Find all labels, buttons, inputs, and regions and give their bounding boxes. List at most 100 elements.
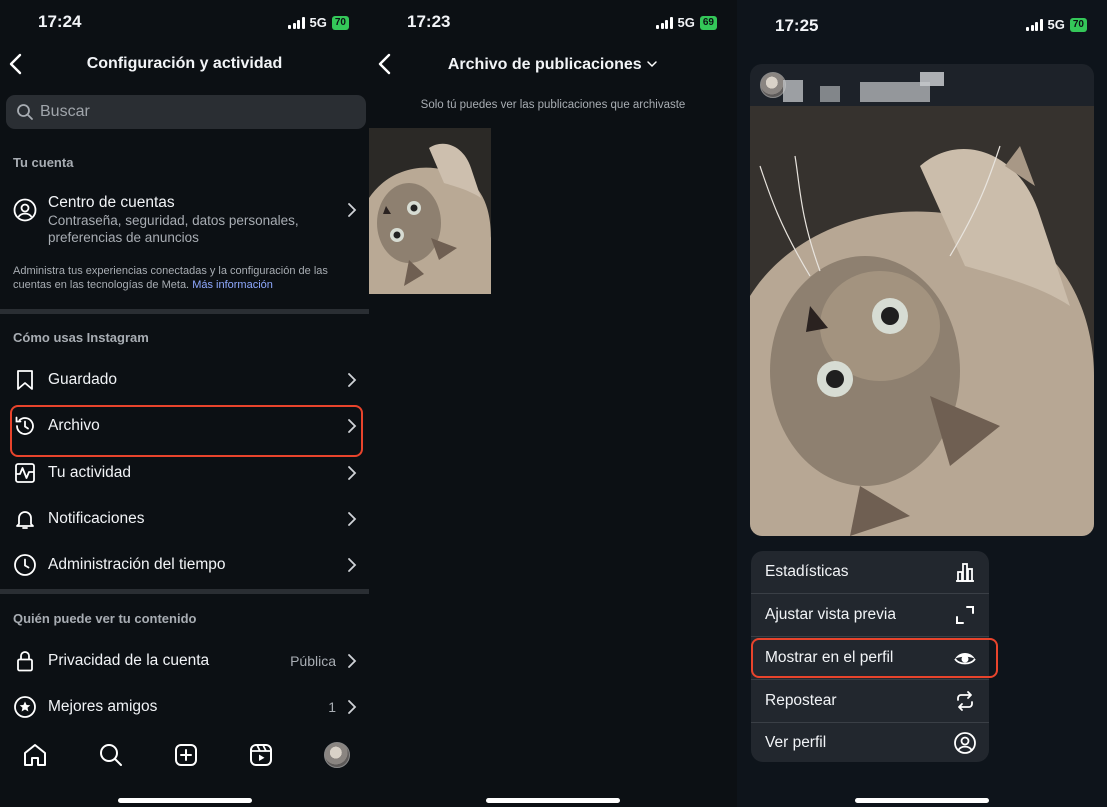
menu-item-account-privacy[interactable]: Privacidad de la cuenta Pública — [0, 639, 369, 683]
highlight-archive — [10, 405, 363, 457]
bookmark-icon — [17, 370, 33, 390]
bottom-nav — [0, 730, 369, 780]
chevron-right-icon — [348, 654, 357, 668]
cat-photo-image — [369, 128, 491, 294]
post-photo — [750, 106, 1094, 536]
menu-item-adjust-preview[interactable]: Ajustar vista previa — [751, 594, 989, 636]
signal-icon — [1026, 18, 1043, 31]
close-friends-count: 1 — [328, 699, 336, 715]
privacy-value: Pública — [290, 653, 336, 669]
page-title: Configuración y actividad — [86, 55, 283, 72]
status-indicators: 5G 69 — [656, 15, 717, 30]
search-bar[interactable] — [6, 95, 366, 129]
network-label: 5G — [309, 15, 327, 30]
status-indicators: 5G 70 — [288, 15, 349, 30]
highlight-show-on-profile — [751, 638, 998, 678]
home-indicator — [118, 798, 252, 803]
signal-icon — [656, 16, 673, 29]
bell-icon — [16, 511, 34, 529]
accounts-center-subtitle: Contraseña, seguridad, datos personales,… — [48, 213, 299, 245]
cat-photo-image — [750, 106, 1094, 536]
chevron-right-icon — [348, 558, 357, 572]
settings-activity-screen: 17:24 5G 70 Configuración y actividad Tu… — [0, 0, 369, 807]
post-author-row — [750, 64, 1094, 106]
archived-post-thumbnail[interactable] — [369, 128, 491, 294]
menu-item-label: Tu actividad — [48, 464, 131, 481]
header: Configuración y actividad — [0, 50, 369, 80]
archive-type-dropdown[interactable]: Archivo de publicaciones — [369, 56, 737, 74]
battery-icon: 69 — [699, 15, 717, 30]
menu-item-your-activity[interactable]: Tu actividad — [0, 451, 369, 495]
section-who-can-see: Quién puede ver tu contenido — [13, 611, 197, 626]
home-indicator — [486, 798, 620, 803]
chevron-right-icon — [348, 373, 357, 387]
signal-icon — [288, 16, 305, 29]
divider — [0, 589, 369, 594]
menu-item-insights[interactable]: Estadísticas — [751, 551, 989, 593]
archive-note: Solo tú puedes ver las publicaciones que… — [420, 99, 686, 111]
divider — [0, 309, 369, 314]
menu-item-close-friends[interactable]: Mejores amigos 1 — [0, 685, 369, 729]
menu-item-label: Guardado — [48, 371, 117, 388]
search-icon — [17, 104, 33, 120]
redacted-username — [920, 72, 944, 86]
menu-item-saved[interactable]: Guardado — [0, 358, 369, 402]
menu-item-repost[interactable]: Repostear — [751, 680, 989, 722]
chevron-down-icon — [647, 61, 657, 68]
status-time: 17:24 — [38, 12, 82, 31]
more-info-link[interactable]: Más información — [192, 279, 273, 291]
menu-item-label: Administración del tiempo — [48, 556, 226, 573]
status-time: 17:25 — [775, 16, 819, 35]
chevron-right-icon — [348, 466, 357, 480]
network-label: 5G — [1047, 17, 1065, 32]
network-label: 5G — [677, 15, 695, 30]
header: Archivo de publicaciones — [369, 52, 737, 80]
menu-item-label: Notificaciones — [48, 510, 145, 527]
archive-screen: 17:23 5G 69 Archivo de publicaciones Sol… — [369, 0, 737, 807]
search-icon[interactable] — [98, 742, 124, 768]
section-how-you-use: Cómo usas Instagram — [13, 330, 149, 345]
home-icon[interactable] — [22, 742, 48, 768]
menu-item-label: Estadísticas — [765, 563, 849, 580]
profile-avatar[interactable] — [324, 742, 350, 768]
menu-item-notifications[interactable]: Notificaciones — [0, 497, 369, 541]
status-time: 17:23 — [407, 12, 451, 31]
meta-note: Administra tus experiencias conectadas y… — [13, 265, 328, 291]
crop-corners-icon — [956, 606, 974, 624]
chevron-right-icon — [348, 203, 357, 217]
repost-icon — [957, 691, 973, 711]
account-circle-icon — [13, 198, 37, 222]
menu-item-time-management[interactable]: Administración del tiempo — [0, 543, 369, 587]
status-bar: 17:23 5G 69 — [369, 0, 737, 44]
chevron-right-icon — [348, 512, 357, 526]
redacted-username — [783, 80, 803, 102]
star-circle-icon — [14, 696, 36, 718]
redacted-username — [820, 86, 840, 102]
status-bar: 17:24 5G 70 — [0, 0, 369, 44]
menu-item-label: Privacidad de la cuenta — [48, 652, 210, 669]
menu-item-label: Repostear — [765, 692, 837, 709]
home-indicator — [855, 798, 989, 803]
activity-icon — [15, 463, 35, 483]
clock-icon — [14, 554, 36, 576]
chevron-right-icon — [348, 700, 357, 714]
menu-item-label: Ver perfil — [765, 734, 827, 751]
bar-chart-icon — [956, 563, 974, 582]
battery-icon: 70 — [331, 15, 349, 30]
reels-icon[interactable] — [248, 742, 274, 768]
user-circle-icon — [954, 732, 976, 754]
post-preview-card — [750, 64, 1094, 536]
menu-item-label: Mejores amigos — [48, 698, 158, 715]
accounts-center-title: Centro de cuentas — [48, 194, 175, 211]
menu-item-view-profile[interactable]: Ver perfil — [751, 722, 989, 764]
page-title: Archivo de publicaciones — [447, 56, 642, 73]
section-your-account: Tu cuenta — [13, 155, 74, 170]
create-icon[interactable] — [173, 742, 199, 768]
search-input[interactable] — [40, 103, 340, 121]
status-bar: 17:25 5G 70 — [737, 0, 1107, 44]
lock-icon — [17, 651, 33, 672]
battery-icon: 70 — [1069, 17, 1087, 32]
status-indicators: 5G 70 — [1026, 17, 1087, 32]
menu-item-label: Ajustar vista previa — [765, 606, 896, 623]
post-options-screen: 17:25 5G 70 Estadísticas Ajustar vista p… — [737, 0, 1107, 807]
